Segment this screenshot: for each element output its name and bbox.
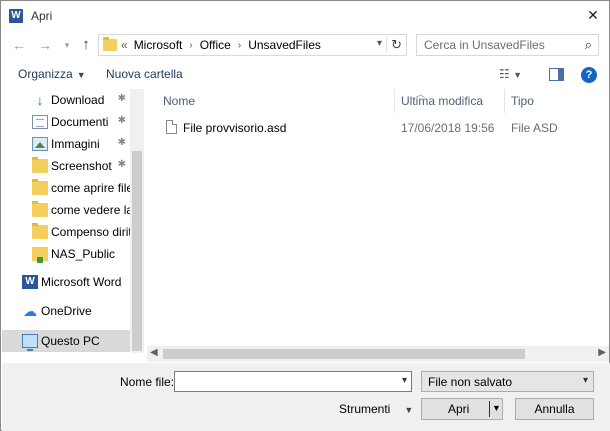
scrollbar-thumb[interactable] [163, 349, 525, 359]
chevron-down-icon[interactable]: ▾ [377, 38, 382, 49]
nav-item-immagini[interactable]: Immagini ✱ [2, 133, 130, 155]
column-header-tipo[interactable]: Tipo [505, 89, 609, 113]
pictures-icon [32, 137, 48, 151]
split-divider [489, 401, 490, 417]
column-header-ultima-modifica[interactable]: Ultima modifica [395, 89, 505, 113]
nav-item-compenso-diritti[interactable]: Compenso diritti [2, 221, 130, 243]
open-label: Apri [448, 402, 470, 416]
nav-item-documenti[interactable]: Documenti ✱ [2, 111, 130, 133]
nav-item-screenshot[interactable]: Screenshot ✱ [2, 155, 130, 177]
search-placeholder: Cerca in UnsavedFiles [424, 38, 545, 52]
file-list-horizontal-scrollbar[interactable]: ◀ ▶ [147, 346, 609, 362]
nav-item-questo-pc[interactable]: Questo PC [2, 330, 130, 352]
file-name: File provvisorio.asd [183, 121, 287, 135]
search-icon[interactable]: ⌕ [585, 37, 592, 53]
cancel-button[interactable]: Annulla [515, 398, 594, 420]
breadcrumb-office[interactable]: Office [200, 38, 231, 52]
file-icon [166, 120, 177, 134]
filename-label: Nome file: [120, 375, 175, 389]
nav-item-label: Documenti [51, 115, 109, 129]
tools-label: Strumenti [339, 402, 391, 416]
title-bar: W Apri ✕ [1, 1, 609, 31]
file-type: File ASD [511, 121, 558, 135]
nav-item-come-vedere[interactable]: come vedere la r [2, 199, 130, 221]
folder-icon [32, 223, 48, 239]
folder-icon [103, 37, 117, 51]
column-header-nome[interactable]: Nome [157, 89, 395, 113]
new-folder-button[interactable]: Nuova cartella [106, 67, 183, 81]
scroll-left-icon[interactable]: ◀ [150, 347, 158, 358]
help-icon[interactable]: ? [581, 67, 597, 83]
pin-icon: ✱ [117, 159, 126, 170]
refresh-icon[interactable]: ↻ [386, 37, 402, 53]
this-pc-icon [22, 334, 38, 351]
word-icon: W [22, 275, 38, 289]
nav-item-label: come vedere la r [51, 203, 130, 217]
up-icon[interactable]: ↑ [78, 37, 94, 53]
breadcrumb-unsavedfiles[interactable]: UnsavedFiles [248, 38, 321, 52]
organize-button[interactable]: Organizza ▼ [18, 67, 86, 81]
nav-item-label: Screenshot [51, 159, 112, 173]
folder-icon [32, 179, 48, 195]
file-row[interactable]: File provvisorio.asd 17/06/2018 19:56 Fi… [147, 118, 609, 138]
forward-icon[interactable]: → [37, 37, 53, 53]
view-options-icon[interactable]: ☷ ▼ [499, 67, 522, 81]
word-icon: W [9, 9, 23, 23]
nav-item-label: OneDrive [41, 304, 92, 318]
breadcrumb-overflow[interactable]: « [121, 38, 128, 52]
file-list: ︿ Nome Ultima modifica Tipo File provvis… [147, 89, 609, 345]
nav-item-label: Microsoft Word [41, 275, 122, 289]
breadcrumb: « Microsoft › Office › UnsavedFiles [121, 38, 321, 52]
nav-item-label: Download [51, 93, 105, 107]
nav-item-come-aprire-file[interactable]: come aprire file [2, 177, 130, 199]
download-icon: ↓ [36, 92, 44, 108]
chevron-down-icon[interactable]: ▾ [402, 375, 407, 386]
toolbar: Organizza ▼ Nuova cartella ☷ ▼ [1, 63, 609, 87]
nav-item-nas-public[interactable]: NAS_Public [2, 243, 130, 265]
close-button[interactable]: ✕ [583, 5, 603, 25]
nav-item-download[interactable]: ↓ Download ✱ [2, 89, 130, 111]
nav-item-microsoft-word[interactable]: W Microsoft Word [2, 271, 130, 293]
chevron-down-icon: ▼ [404, 405, 414, 415]
scroll-right-icon[interactable]: ▶ [598, 347, 606, 358]
folder-icon [32, 201, 48, 217]
documents-icon [32, 115, 48, 129]
preview-pane-icon[interactable] [549, 68, 564, 81]
filetype-value: File non salvato [428, 375, 513, 389]
nav-pane-scrollbar[interactable] [130, 89, 144, 353]
breadcrumb-microsoft[interactable]: Microsoft [134, 38, 183, 52]
nav-item-label: Immagini [51, 137, 100, 151]
chevron-down-icon[interactable]: ▼ [492, 403, 501, 413]
network-folder-icon [32, 247, 48, 263]
window-title: Apri [31, 9, 53, 23]
file-modified: 17/06/2018 19:56 [401, 121, 495, 135]
open-dialog: W Apri ✕ ← → ▾ ↑ « Microsoft › Office › … [0, 0, 610, 431]
recent-locations-icon[interactable]: ▾ [59, 37, 75, 53]
pin-icon: ✱ [117, 137, 126, 148]
scrollbar-thumb[interactable] [132, 151, 142, 351]
pin-icon: ✱ [117, 115, 126, 126]
nav-item-label: NAS_Public [51, 247, 116, 261]
open-button[interactable]: Apri ▼ [421, 398, 503, 420]
address-bar[interactable]: « Microsoft › Office › UnsavedFiles ▾ ↻ [98, 34, 407, 56]
pin-icon: ✱ [117, 93, 126, 104]
tools-button[interactable]: Strumenti ▼ [339, 402, 413, 416]
nav-item-onedrive[interactable]: ☁ OneDrive [2, 300, 130, 322]
chevron-down-icon: ▾ [582, 375, 588, 386]
nav-item-label: Compenso diritti [51, 225, 130, 239]
folder-icon [32, 157, 48, 173]
chevron-down-icon: ▼ [76, 70, 86, 80]
chevron-right-icon[interactable]: › [238, 40, 241, 51]
filetype-select[interactable]: File non salvato ▾ [421, 371, 594, 392]
navigation-pane: ↓ Download ✱ Documenti ✱ Immagini ✱ Scre… [2, 89, 144, 353]
onedrive-icon: ☁ [23, 303, 37, 319]
nav-item-label: come aprire file [51, 181, 130, 195]
organize-label: Organizza [18, 67, 73, 81]
new-folder-label: Nuova cartella [106, 67, 183, 81]
search-input[interactable]: Cerca in UnsavedFiles ⌕ [416, 34, 599, 56]
filename-input[interactable]: ▾ [174, 371, 412, 392]
nav-item-label: Questo PC [41, 334, 100, 348]
back-icon[interactable]: ← [11, 37, 27, 53]
chevron-right-icon[interactable]: › [189, 40, 192, 51]
